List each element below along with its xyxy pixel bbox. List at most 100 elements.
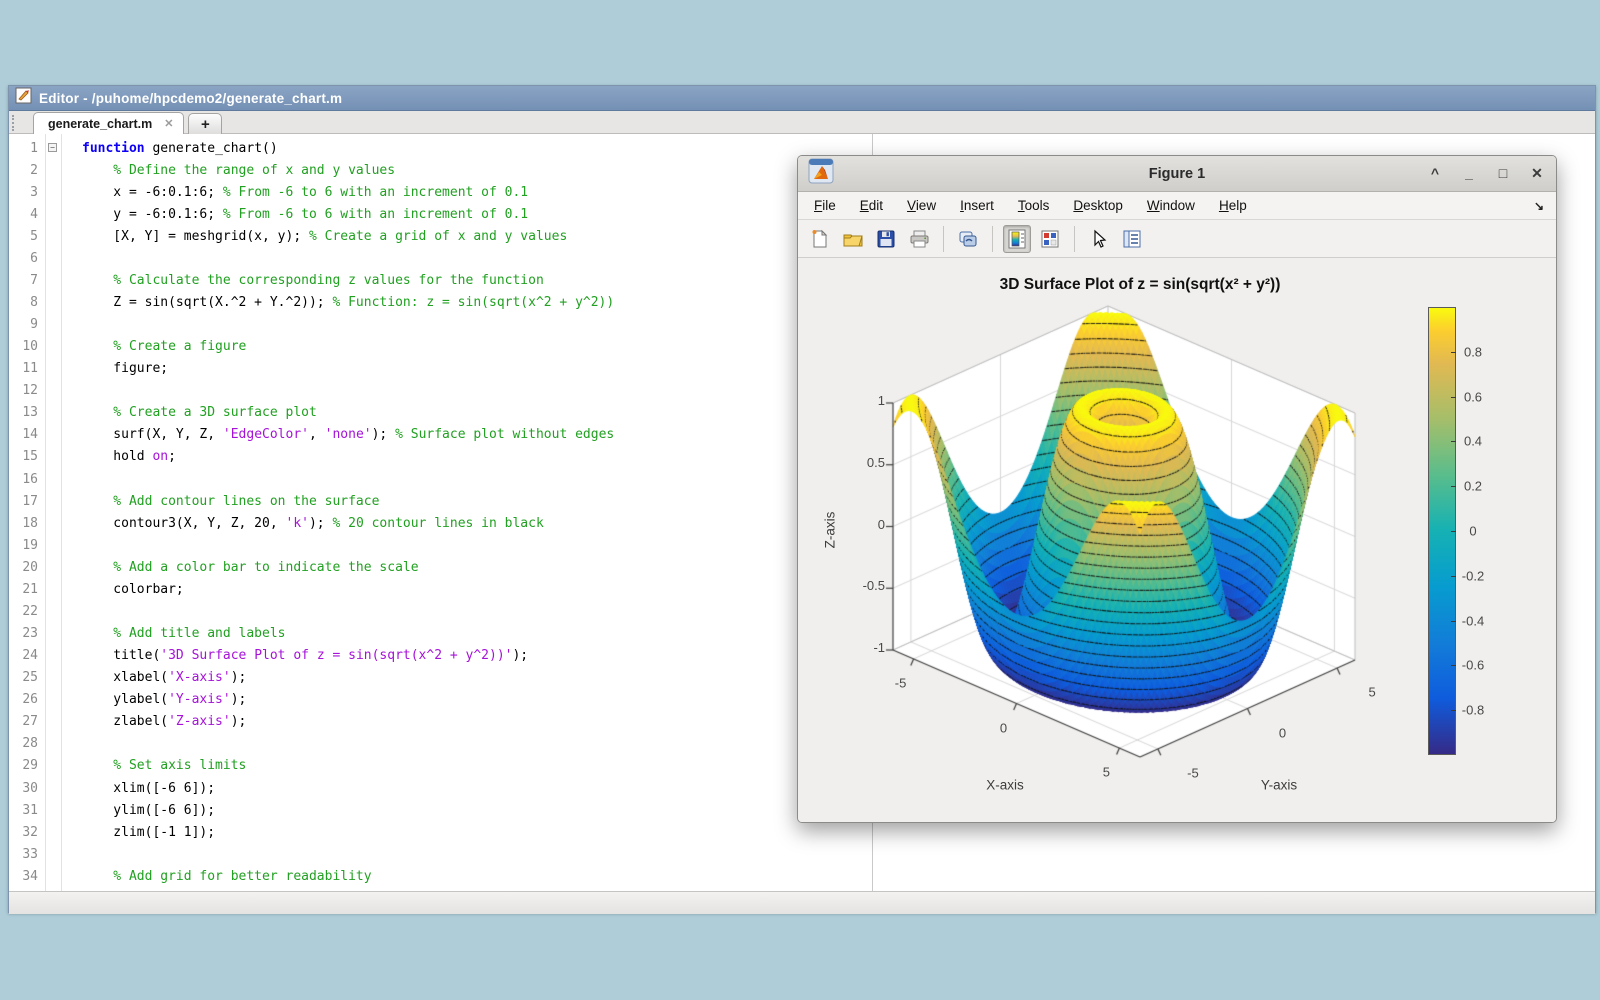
- figure-titlebar[interactable]: Figure 1 ^_□✕: [798, 156, 1556, 192]
- fold-toggle-icon[interactable]: −: [48, 143, 57, 152]
- code-line[interactable]: 23 % Add title and labels: [9, 623, 871, 645]
- code-line[interactable]: 2 % Define the range of x and y values: [9, 159, 871, 181]
- code-line[interactable]: 20 % Add a color bar to indicate the sca…: [9, 556, 871, 578]
- token-comment: % Create a figure: [82, 339, 246, 354]
- code-line[interactable]: 30 xlim([-6 6]);: [9, 777, 871, 799]
- token-comment: % Set axis limits: [82, 758, 246, 773]
- code-line[interactable]: 10 % Create a figure: [9, 336, 871, 358]
- token-string: '3D Surface Plot of z = sin(sqrt(x^2 + y…: [160, 648, 512, 663]
- code-line[interactable]: 27 zlabel('Z-axis');: [9, 711, 871, 733]
- save-button[interactable]: [872, 225, 900, 253]
- fold-gutter: [45, 203, 62, 225]
- code-line[interactable]: 31 ylim([-6 6]);: [9, 799, 871, 821]
- code-line[interactable]: 32 zlim([-1 1]);: [9, 821, 871, 843]
- menu-help[interactable]: Help: [1219, 198, 1247, 213]
- code-line[interactable]: 9: [9, 314, 871, 336]
- tab-close-icon[interactable]: ✕: [164, 117, 173, 130]
- pointer-button[interactable]: [1085, 225, 1113, 253]
- menu-insert[interactable]: Insert: [960, 198, 994, 213]
- code-line[interactable]: 25 xlabel('X-axis');: [9, 667, 871, 689]
- token-string: 'k': [286, 516, 309, 531]
- code-line[interactable]: 17 % Add contour lines on the surface: [9, 490, 871, 512]
- code-line[interactable]: 21 colorbar;: [9, 578, 871, 600]
- minimize-button[interactable]: _: [1460, 165, 1478, 182]
- code-line[interactable]: 15 hold on;: [9, 446, 871, 468]
- menu-file[interactable]: File: [814, 198, 836, 213]
- code-text: % Add a color bar to indicate the scale: [62, 560, 419, 575]
- code-line[interactable]: 33: [9, 843, 871, 865]
- menu-edit[interactable]: Edit: [860, 198, 883, 213]
- fold-gutter: [45, 291, 62, 313]
- dock-figure-arrow-icon[interactable]: ↘: [1534, 199, 1544, 213]
- figure-plot-area: 3D Surface Plot of z = sin(sqrt(x² + y²)…: [798, 258, 1556, 822]
- insert-colorbar-button[interactable]: [1003, 225, 1031, 253]
- code-text: % Add title and labels: [62, 626, 286, 641]
- tab-generate-chart[interactable]: generate_chart.m ✕: [33, 112, 184, 134]
- maximize-button[interactable]: □: [1494, 165, 1512, 182]
- line-number: 18: [9, 516, 45, 531]
- code-text: xlabel('X-axis');: [62, 670, 246, 685]
- code-line[interactable]: 3 x = -6:0.1:6; % From -6 to 6 with an i…: [9, 181, 871, 203]
- code-line[interactable]: 29 % Set axis limits: [9, 755, 871, 777]
- insert-colorbar-icon: [1007, 228, 1027, 250]
- code-line[interactable]: 1−function generate_chart(): [9, 137, 871, 159]
- shade-button[interactable]: ^: [1426, 165, 1444, 182]
- insert-legend-button[interactable]: [1118, 225, 1146, 253]
- token-comment: % From -6 to 6 with an increment of 0.1: [223, 185, 528, 200]
- code-line[interactable]: 24 title('3D Surface Plot of z = sin(sqr…: [9, 645, 871, 667]
- token-plain: hold: [82, 449, 152, 464]
- token-comment: % Add a color bar to indicate the scale: [82, 560, 419, 575]
- code-line[interactable]: 5 [X, Y] = meshgrid(x, y); % Create a gr…: [9, 225, 871, 247]
- line-number: 28: [9, 736, 45, 751]
- code-line[interactable]: 14 surf(X, Y, Z, 'EdgeColor', 'none'); %…: [9, 424, 871, 446]
- line-number: 33: [9, 847, 45, 862]
- code-line[interactable]: 34 % Add grid for better readability: [9, 865, 871, 887]
- token-plain: ylim([-6 6]);: [82, 803, 215, 818]
- open-folder-icon: [842, 229, 864, 249]
- line-number: 21: [9, 582, 45, 597]
- token-plain: xlabel(: [82, 670, 168, 685]
- code-line[interactable]: 6: [9, 247, 871, 269]
- menu-tools[interactable]: Tools: [1018, 198, 1050, 213]
- open-folder-button[interactable]: [839, 225, 867, 253]
- code-line[interactable]: 12: [9, 380, 871, 402]
- menu-view[interactable]: View: [907, 198, 936, 213]
- menu-window[interactable]: Window: [1147, 198, 1195, 213]
- code-line[interactable]: 16: [9, 468, 871, 490]
- token-plain: x = -6:0.1:6;: [82, 185, 223, 200]
- code-line[interactable]: 4 y = -6:0.1:6; % From -6 to 6 with an i…: [9, 203, 871, 225]
- code-text: ylim([-6 6]);: [62, 803, 215, 818]
- print-button[interactable]: [905, 225, 933, 253]
- token-plain: );: [231, 714, 247, 729]
- fold-gutter: [45, 314, 62, 336]
- line-number: 16: [9, 472, 45, 487]
- line-number: 17: [9, 494, 45, 509]
- new-file-button[interactable]: [806, 225, 834, 253]
- figure-window-controls: ^ _ □ ✕: [1426, 165, 1546, 182]
- print-icon: [909, 229, 930, 249]
- code-line[interactable]: 11 figure;: [9, 358, 871, 380]
- close-button[interactable]: ✕: [1528, 165, 1546, 182]
- code-text: x = -6:0.1:6; % From -6 to 6 with an inc…: [62, 185, 528, 200]
- line-number: 22: [9, 604, 45, 619]
- code-line[interactable]: 26 ylabel('Y-axis');: [9, 689, 871, 711]
- line-number: 25: [9, 670, 45, 685]
- new-tab-button[interactable]: +: [188, 113, 222, 134]
- code-line[interactable]: 13 % Create a 3D surface plot: [9, 402, 871, 424]
- fold-gutter: [45, 623, 62, 645]
- token-plain: figure;: [82, 361, 168, 376]
- toolbar-separator: [1074, 226, 1075, 252]
- code-line[interactable]: 7 % Calculate the corresponding z values…: [9, 269, 871, 291]
- code-line[interactable]: 8 Z = sin(sqrt(X.^2 + Y.^2)); % Function…: [9, 291, 871, 313]
- code-line[interactable]: 19: [9, 534, 871, 556]
- edit-colormap-button[interactable]: [1036, 225, 1064, 253]
- fold-gutter: [45, 490, 62, 512]
- code-line[interactable]: 18 contour3(X, Y, Z, 20, 'k'); % 20 cont…: [9, 512, 871, 534]
- code-line[interactable]: 28: [9, 733, 871, 755]
- menu-desktop[interactable]: Desktop: [1073, 198, 1123, 213]
- editor-tabbar: generate_chart.m ✕ +: [9, 111, 1595, 134]
- line-number: 27: [9, 714, 45, 729]
- line-number: 15: [9, 449, 45, 464]
- copy-figure-button[interactable]: [954, 225, 982, 253]
- code-line[interactable]: 22: [9, 600, 871, 622]
